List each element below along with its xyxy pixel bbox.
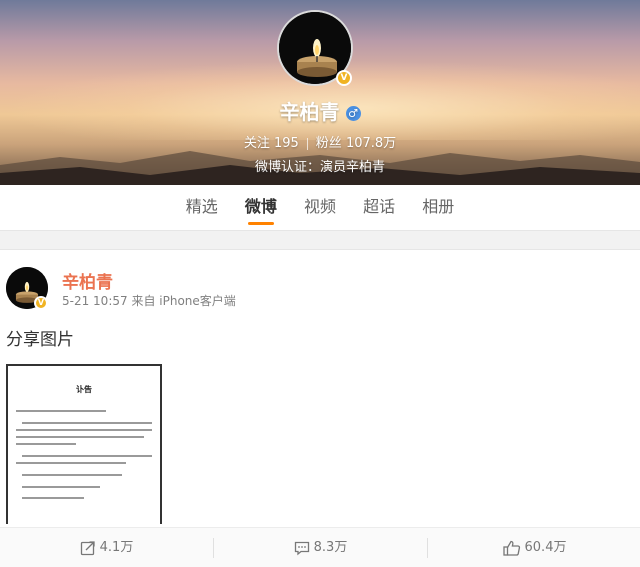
- tab-weibo[interactable]: 微博: [245, 185, 277, 229]
- like-button[interactable]: 60.4万: [428, 528, 640, 567]
- post-card: V 辛柏青 5-21 10:57 来自 iPhone客户端 分享图片 讣告 4.…: [0, 249, 640, 567]
- doc-text-line: [22, 422, 152, 424]
- doc-text-line: [22, 486, 100, 488]
- doc-text-line: [16, 410, 106, 412]
- followers-count: 107.8万: [345, 136, 397, 151]
- profile-stats: 关注 195 粉丝 107.8万: [0, 132, 640, 151]
- repost-icon: [80, 540, 95, 555]
- doc-text-line: [16, 443, 76, 445]
- tab-featured[interactable]: 精选: [186, 185, 218, 229]
- profile-name: 辛柏青: [279, 100, 340, 124]
- tab-album[interactable]: 相册: [422, 185, 454, 229]
- doc-text-line: [16, 462, 126, 464]
- verified-badge-icon: V: [336, 70, 352, 86]
- doc-text-line: [22, 474, 122, 476]
- doc-text-line: [16, 436, 144, 438]
- followers-label: 粉丝: [315, 136, 342, 151]
- comment-button[interactable]: 8.3万: [214, 528, 427, 567]
- following-stat[interactable]: 关注 195: [244, 136, 299, 151]
- male-gender-icon: ♂: [345, 106, 361, 121]
- verification-text: 微博认证：演员辛柏青: [254, 160, 385, 175]
- post-meta: 5-21 10:57 来自 iPhone客户端: [62, 292, 236, 309]
- profile-name-row: 辛柏青 ♂: [0, 96, 640, 125]
- following-label: 关注: [243, 136, 270, 151]
- like-count: 60.4万: [524, 540, 567, 555]
- tab-video[interactable]: 视频: [304, 185, 336, 229]
- profile-tabs: 精选 微博 视频 超话 相册: [0, 185, 640, 231]
- comment-icon: [294, 541, 309, 555]
- profile-banner: V 辛柏青 ♂ 关注 195 粉丝 107.8万 微博认证：演员辛柏青: [0, 0, 640, 185]
- post-source: 来自 iPhone客户端: [131, 294, 236, 308]
- tab-supertopic[interactable]: 超话: [363, 185, 395, 229]
- post-text: 分享图片: [6, 330, 74, 350]
- verified-badge-icon: V: [34, 296, 48, 310]
- comment-count: 8.3万: [313, 540, 348, 555]
- doc-text-line: [22, 455, 152, 457]
- thumbs-up-icon: [502, 540, 520, 556]
- repost-button[interactable]: 4.1万: [0, 528, 213, 567]
- post-image-obituary[interactable]: 讣告: [6, 364, 162, 524]
- stats-divider: [306, 137, 308, 150]
- obituary-title: 讣告: [76, 384, 92, 394]
- doc-text-line: [16, 429, 152, 431]
- repost-count: 4.1万: [99, 540, 134, 555]
- post-time[interactable]: 5-21 10:57: [62, 294, 128, 308]
- doc-text-line: [22, 497, 84, 499]
- following-count: 195: [273, 136, 299, 151]
- post-author-name[interactable]: 辛柏青: [62, 268, 113, 293]
- followers-stat[interactable]: 粉丝 107.8万: [316, 136, 396, 151]
- weibo-profile-page: V 辛柏青 ♂ 关注 195 粉丝 107.8万 微博认证：演员辛柏青 精选 微博 …: [0, 0, 640, 567]
- post-action-bar: 4.1万 8.3万 60.4万: [0, 527, 640, 567]
